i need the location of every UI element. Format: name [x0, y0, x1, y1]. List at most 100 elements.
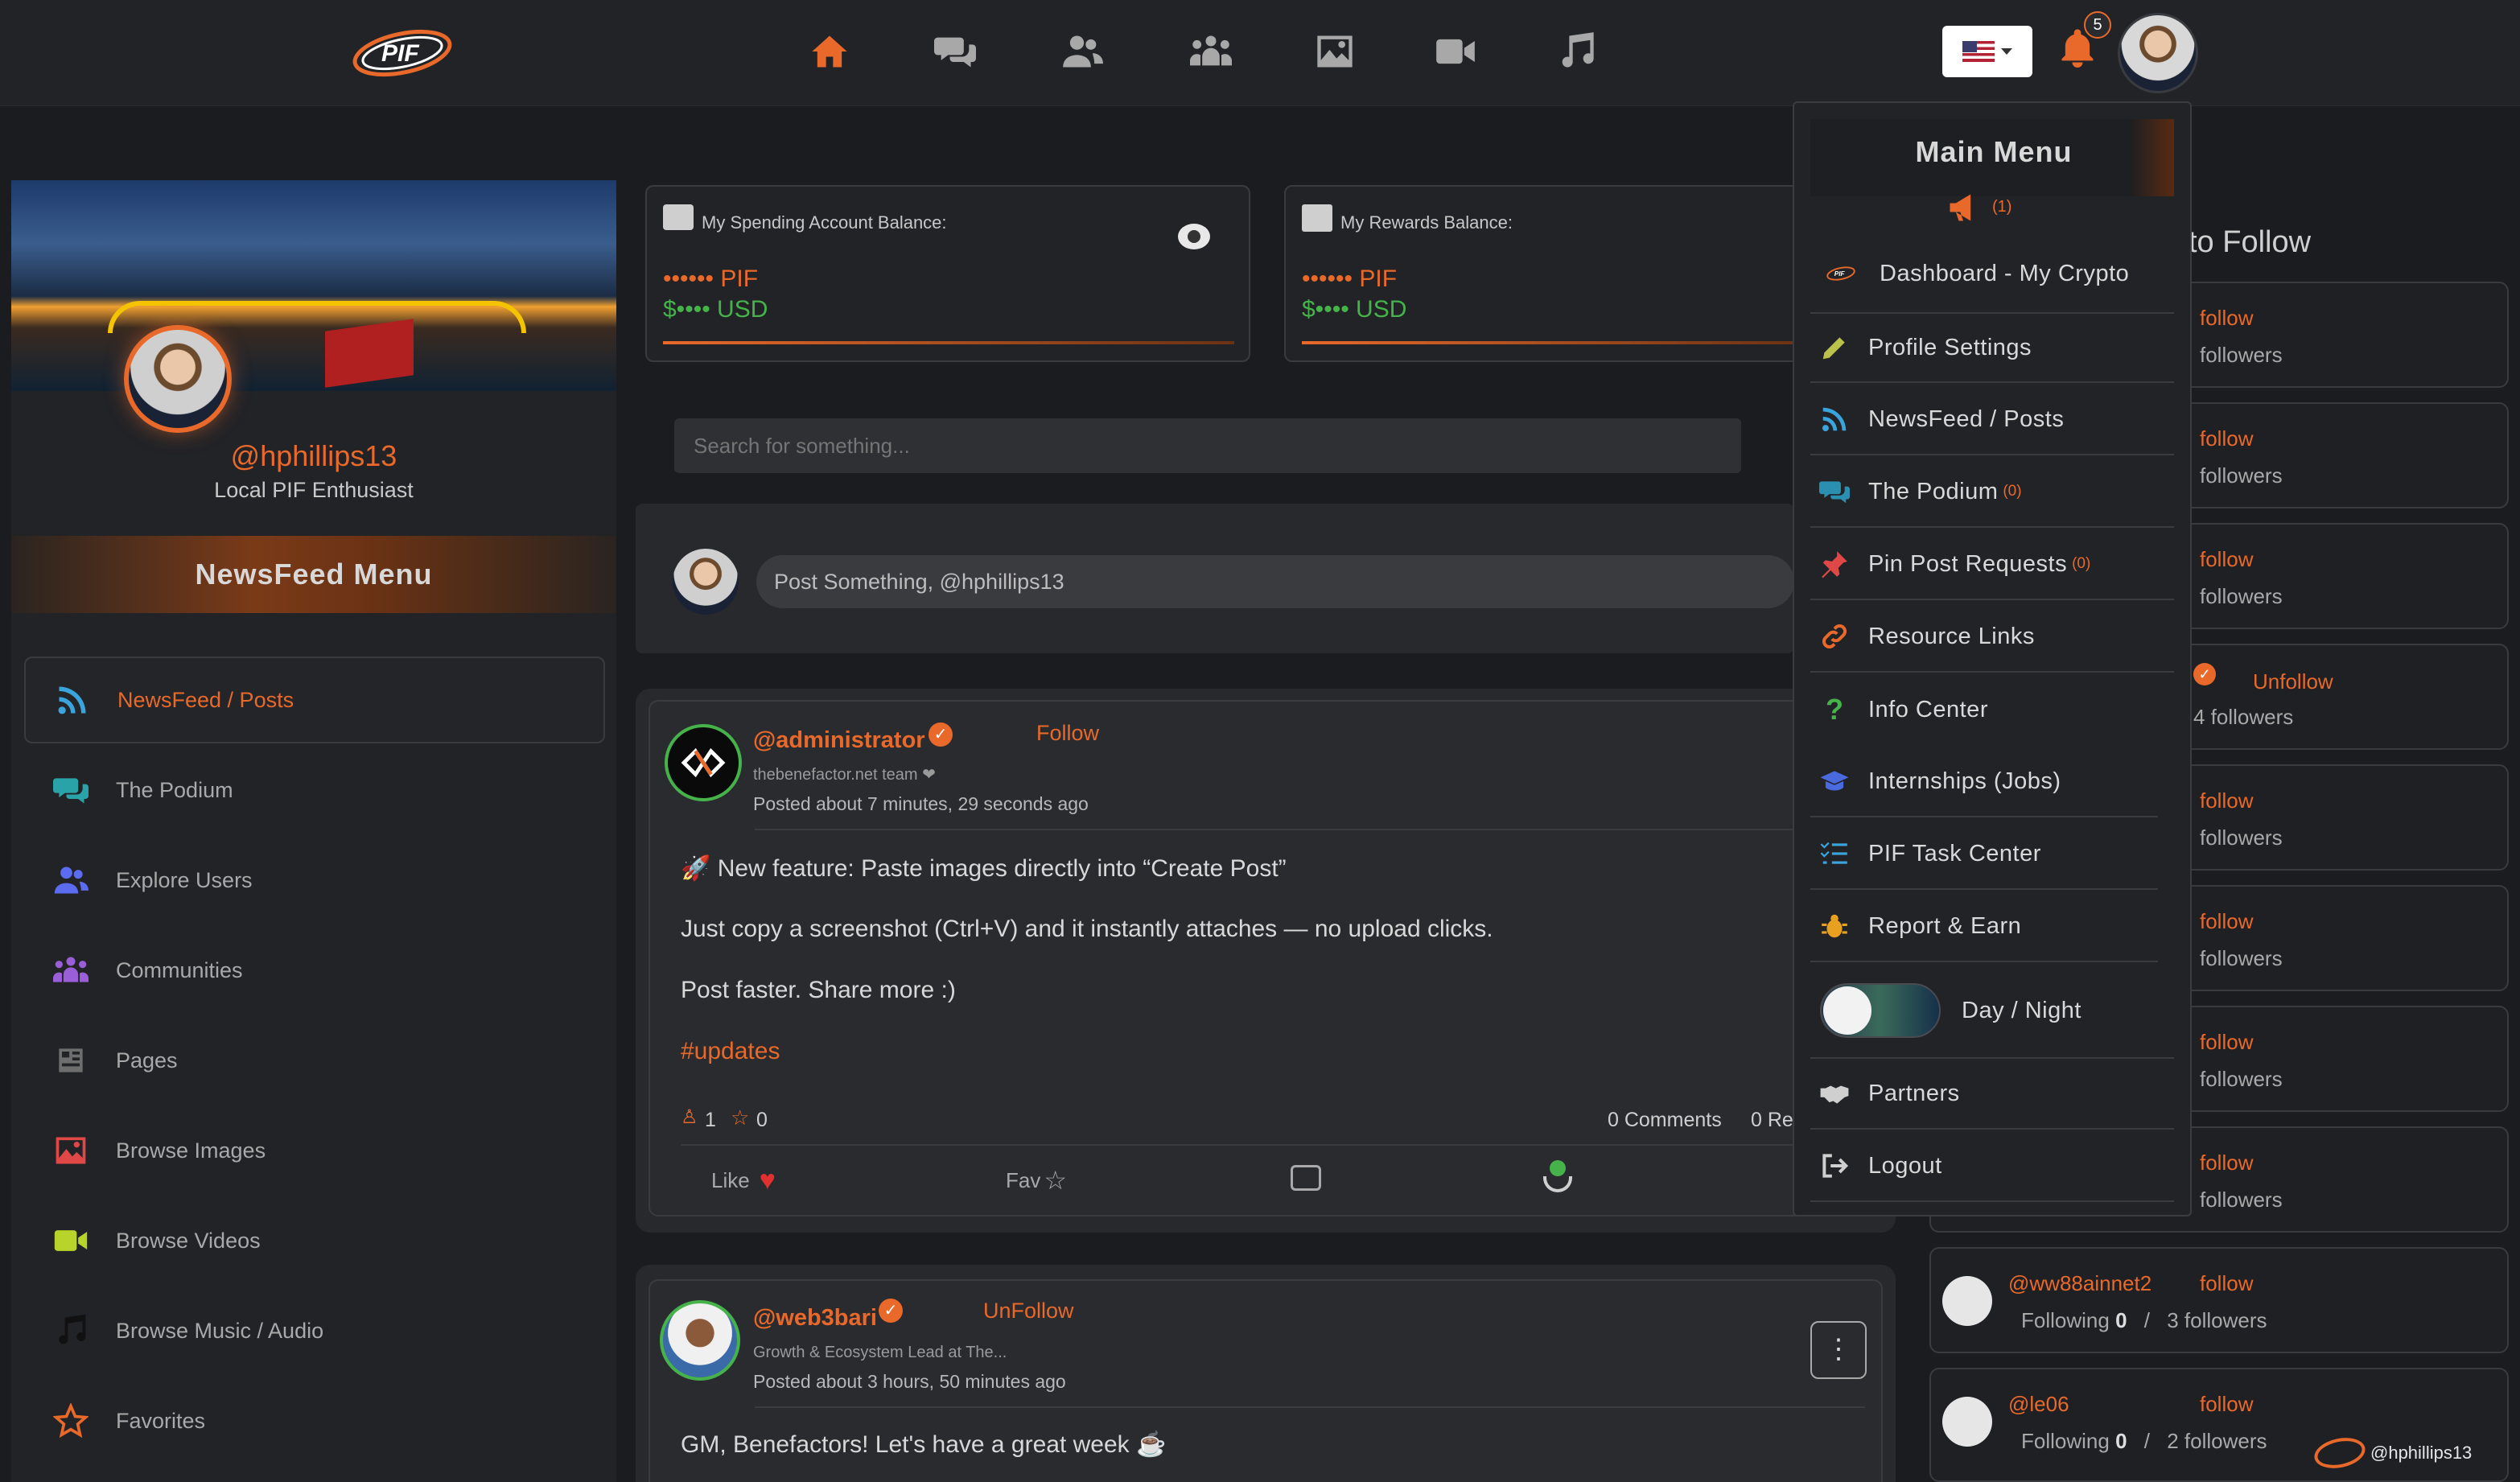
like-label: Like [711, 1168, 750, 1192]
post-hashtag[interactable]: #updates [681, 1038, 780, 1065]
menu-item-task-center[interactable]: PIF Task Center [1810, 819, 2158, 890]
default-avatar [1942, 1276, 1992, 1326]
image-icon[interactable] [1310, 29, 1360, 74]
menu-item-partners[interactable]: Partners [1810, 1059, 2174, 1130]
follow-button[interactable]: follow [2200, 909, 2253, 934]
newsfeed-menu-header: NewsFeed Menu [11, 536, 616, 613]
menu-item-label: Pin Post Requests [1868, 550, 2068, 577]
menu-item-internships[interactable]: Internships (Jobs) [1810, 747, 2158, 817]
sidebar-item-label: Communities [116, 957, 243, 982]
follow-button[interactable]: follow [2200, 306, 2253, 331]
language-selector[interactable] [1942, 26, 2032, 77]
menu-item-report-earn[interactable]: Report & Earn [1810, 891, 2158, 962]
separator: / [2143, 1429, 2150, 1453]
follow-button[interactable]: follow [2200, 547, 2253, 572]
composer-input[interactable]: Post Something, @hphillips13 [756, 555, 1794, 608]
day-night-toggle[interactable] [1820, 983, 1941, 1038]
menu-item-podium[interactable]: The Podium (0) [1810, 457, 2174, 528]
sidebar-item-explore-users[interactable]: Explore Users [24, 837, 605, 924]
video-icon [48, 1218, 93, 1263]
profile-avatar[interactable] [124, 325, 232, 433]
follow-button[interactable]: follow [2200, 788, 2253, 813]
sidebar-item-newsfeed[interactable]: NewsFeed / Posts [24, 657, 605, 743]
music-icon[interactable] [1551, 29, 1601, 74]
sidebar-item-communities[interactable]: Communities [24, 927, 605, 1014]
like-button[interactable]: Like ♥ [711, 1165, 776, 1196]
menu-item-dashboard[interactable]: PIF Dashboard - My Crypto [1810, 238, 2174, 309]
menu-item-resource-links[interactable]: Resource Links [1810, 602, 2174, 673]
communities-icon [48, 948, 93, 993]
sidebar-item-browse-music[interactable]: Browse Music / Audio [24, 1287, 605, 1374]
profile-handle[interactable]: @hphillips13 [11, 439, 616, 473]
us-flag-icon [1962, 41, 1995, 62]
sidebar-item-label: NewsFeed / Posts [117, 687, 294, 712]
logout-icon [1817, 1148, 1852, 1184]
menu-item-label: Dashboard - My Crypto [1880, 260, 2130, 286]
sidebar-item-browse-images[interactable]: Browse Images [24, 1107, 605, 1194]
pencil-icon [1817, 330, 1852, 365]
menu-item-newsfeed[interactable]: NewsFeed / Posts [1810, 385, 2174, 455]
rewards-bar [1302, 341, 1801, 344]
followers-count: followers [2200, 825, 2283, 850]
sidebar-item-favorites[interactable]: Favorites [24, 1377, 605, 1464]
menu-item-info-center[interactable]: ? Info Center [1810, 674, 2174, 745]
chat-icon [1817, 474, 1852, 509]
tip-icon[interactable] [1542, 1160, 1574, 1196]
sidebar-item-podium[interactable]: The Podium [24, 747, 605, 834]
home-icon[interactable] [805, 29, 854, 74]
users-icon[interactable] [1057, 29, 1107, 74]
video-icon[interactable] [1431, 29, 1480, 74]
comments-count[interactable]: 0 Comments [1608, 1109, 1722, 1132]
post-author-avatar[interactable] [665, 724, 742, 801]
spending-pif-value: •••••• PIF [663, 266, 759, 292]
user-avatar[interactable] [2118, 13, 2198, 93]
music-icon [48, 1308, 93, 1353]
pin-icon [1817, 546, 1852, 582]
communities-icon[interactable] [1186, 29, 1236, 74]
comment-icon[interactable] [1291, 1165, 1321, 1191]
bug-icon [1817, 908, 1852, 944]
post-author-handle[interactable]: @administrator [753, 727, 925, 754]
fav-label: Fav [1006, 1167, 1041, 1192]
follow-button[interactable]: follow [2200, 426, 2253, 451]
rewards-pif-value: •••••• PIF [1302, 266, 1398, 292]
menu-item-logout[interactable]: Logout [1810, 1131, 2174, 1202]
pif-logo-icon [2311, 1433, 2369, 1473]
unfollow-button[interactable]: UnFollow [983, 1299, 1074, 1324]
follow-button[interactable]: follow [2200, 1271, 2253, 1296]
link-icon [1817, 619, 1852, 654]
sidebar-item-label: Browse Images [116, 1138, 266, 1163]
menu-item-day-night[interactable]: Day / Night [1810, 964, 2174, 1059]
suggested-user-handle[interactable]: @le06 [2008, 1392, 2069, 1417]
followers-count: 3 followers [2167, 1308, 2267, 1332]
follow-button[interactable]: follow [2200, 1151, 2253, 1175]
megaphone-icon[interactable] [1942, 190, 1984, 225]
fav-count: 0 [756, 1109, 768, 1131]
follow-button[interactable]: follow [2200, 1392, 2253, 1417]
chat-icon[interactable] [930, 29, 980, 74]
post-options-button[interactable]: ⋮ [1810, 1321, 1867, 1379]
menu-item-label: Internships (Jobs) [1868, 768, 2061, 794]
svg-text:PIF: PIF [381, 40, 419, 67]
sidebar-item-pages[interactable]: Pages [24, 1017, 605, 1104]
follow-button[interactable]: follow [2200, 1030, 2253, 1055]
post-author-handle[interactable]: @web3bari [753, 1305, 877, 1332]
unfollow-button[interactable]: Unfollow [2253, 669, 2333, 694]
sidebar-item-browse-videos[interactable]: Browse Videos [24, 1197, 605, 1284]
post-line: 🚀 New feature: Paste images directly int… [681, 855, 1287, 882]
reposts-count: 0 Re [1751, 1109, 1793, 1131]
task-list-icon [1817, 836, 1852, 871]
post-author-avatar[interactable] [660, 1300, 740, 1381]
menu-item-label: NewsFeed / Posts [1868, 405, 2065, 432]
follow-button[interactable]: Follow [1036, 721, 1099, 746]
menu-item-pin-post-requests[interactable]: Pin Post Requests (0) [1810, 529, 2174, 600]
eye-icon[interactable] [1178, 224, 1210, 249]
search-input[interactable] [674, 418, 1741, 473]
fav-button[interactable]: Fav ☆ [1006, 1165, 1067, 1196]
heart-icon: ♥ [759, 1165, 776, 1196]
wallet-icon [663, 204, 694, 230]
menu-item-profile-settings[interactable]: Profile Settings [1810, 312, 2174, 383]
post-line: GM, Benefactors! Let's have a great week… [681, 1431, 1167, 1458]
pif-logo[interactable]: PIF [349, 21, 455, 84]
suggested-user-handle[interactable]: @ww88ainnet2 [2008, 1271, 2151, 1296]
